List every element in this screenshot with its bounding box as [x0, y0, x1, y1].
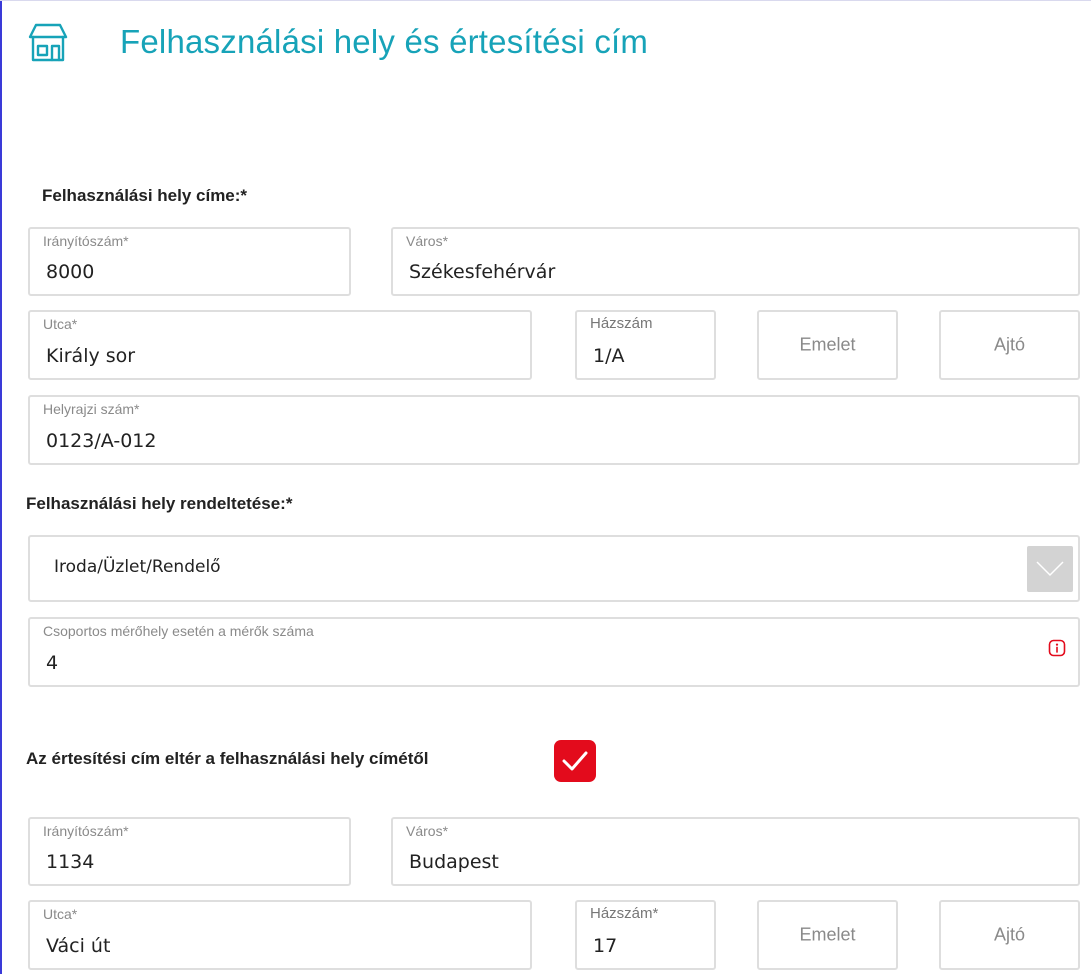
notification-floor-field[interactable]: Emelet	[757, 900, 898, 970]
page-top-border	[0, 0, 1091, 1]
lot-number-field[interactable]: Helyrajzi szám* 0123/A-012	[28, 395, 1080, 465]
notification-house-number-field[interactable]: Házszám* 17	[575, 900, 716, 970]
postal-code-value: 8000	[46, 261, 95, 283]
house-icon	[28, 23, 68, 62]
purpose-select[interactable]: Iroda/Üzlet/Rendelő	[28, 535, 1080, 602]
notification-house-number-value: 17	[593, 935, 618, 957]
street-value: Király sor	[46, 345, 136, 367]
dropdown-toggle[interactable]	[1027, 546, 1073, 592]
notification-address-checkbox[interactable]	[554, 740, 596, 782]
notification-checkbox-label: Az értesítési cím eltér a felhasználási …	[26, 749, 429, 768]
notification-city-label: Város*	[406, 823, 449, 839]
notification-house-number-label: Házszám*	[590, 905, 659, 922]
purpose-selected-value: Iroda/Üzlet/Rendelő	[54, 557, 221, 577]
notification-postal-code-label: Irányítószám*	[43, 823, 129, 839]
meter-count-label: Csoportos mérőhely esetén a mérők száma	[43, 623, 314, 639]
checkmark-icon	[562, 751, 588, 771]
info-icon[interactable]	[1048, 639, 1066, 657]
section-header: Felhasználási hely és értesítési cím	[26, 14, 648, 70]
notification-city-field[interactable]: Város* Budapest	[391, 817, 1080, 886]
postal-code-label: Irányítószám*	[43, 233, 129, 249]
floor-placeholder: Emelet	[799, 334, 856, 355]
meter-count-value: 4	[46, 652, 59, 674]
page-left-border	[0, 0, 2, 974]
house-number-field[interactable]: Házszám 1/A	[575, 310, 716, 380]
postal-code-field[interactable]: Irányítószám* 8000	[28, 227, 351, 296]
floor-field[interactable]: Emelet	[757, 310, 898, 380]
notification-door-field[interactable]: Ajtó	[939, 900, 1080, 970]
notification-postal-code-value: 1134	[46, 851, 95, 873]
chevron-down-icon	[1036, 561, 1064, 577]
city-label: Város*	[406, 233, 449, 249]
notification-street-label: Utca*	[43, 906, 78, 922]
notification-floor-placeholder: Emelet	[799, 924, 856, 945]
meter-count-field[interactable]: Csoportos mérőhely esetén a mérők száma …	[28, 617, 1080, 687]
door-field[interactable]: Ajtó	[939, 310, 1080, 380]
notification-street-value: Váci út	[46, 935, 111, 957]
city-value: Székesfehérvár	[409, 261, 556, 283]
page-title: Felhasználási hely és értesítési cím	[120, 23, 649, 60]
purpose-heading: Felhasználási hely rendeltetése:*	[26, 494, 293, 513]
house-number-label: Házszám	[590, 315, 653, 332]
city-field[interactable]: Város* Székesfehérvár	[391, 227, 1080, 296]
consumption-address-heading: Felhasználási hely címe:*	[42, 186, 248, 205]
notification-door-placeholder: Ajtó	[993, 924, 1026, 945]
street-field[interactable]: Utca* Király sor	[28, 310, 532, 380]
house-number-value: 1/A	[593, 345, 625, 367]
lot-number-label: Helyrajzi szám*	[43, 401, 140, 417]
notification-city-value: Budapest	[409, 851, 499, 873]
street-label: Utca*	[43, 316, 78, 332]
notification-street-field[interactable]: Utca* Váci út	[28, 900, 532, 970]
door-placeholder: Ajtó	[993, 334, 1026, 355]
lot-number-value: 0123/A-012	[46, 430, 157, 452]
notification-postal-code-field[interactable]: Irányítószám* 1134	[28, 817, 351, 886]
